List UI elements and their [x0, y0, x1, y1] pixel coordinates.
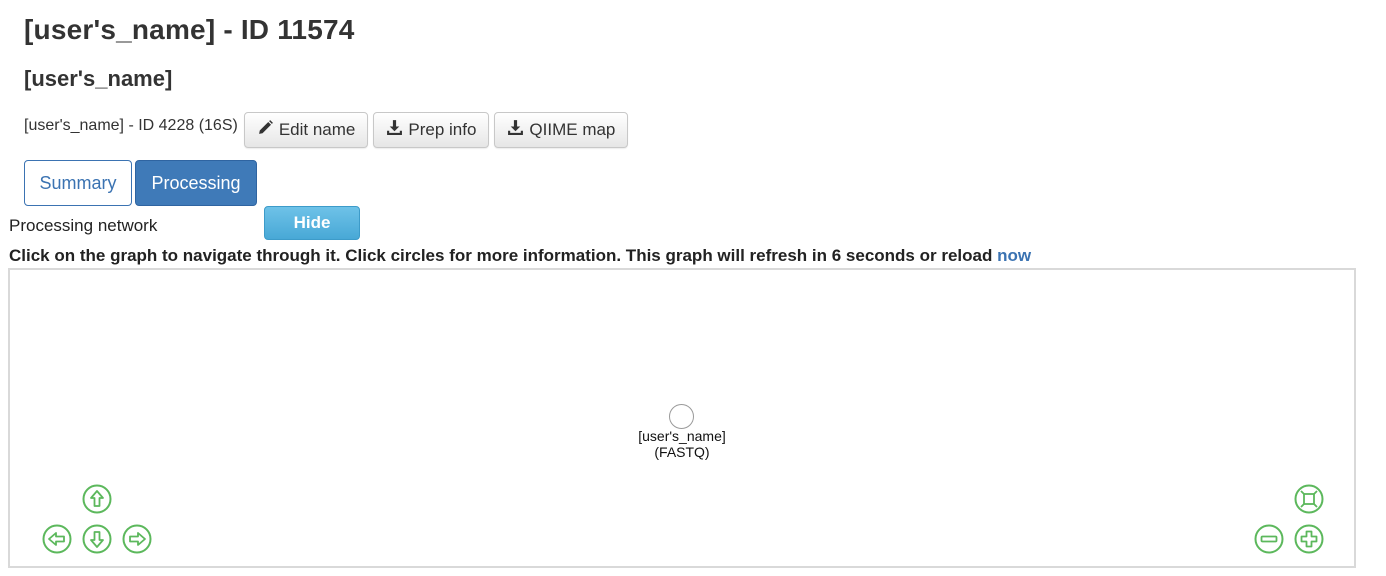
- edit-name-button[interactable]: Edit name: [243, 112, 369, 148]
- prep-tabs: Summary Processing: [24, 160, 257, 206]
- arrow-right-icon[interactable]: [122, 524, 152, 554]
- prep-template-label: [user's_name] - ID 4228 (16S): [24, 117, 238, 134]
- download-icon: [507, 119, 524, 141]
- instructions-text: Click on the graph to navigate through i…: [9, 246, 993, 265]
- prep-info-label: Prep info: [408, 120, 477, 139]
- page: [user's_name] - ID 11574 [user's_name] […: [0, 0, 1386, 576]
- graph-node-label: [user's_name] (FASTQ): [582, 428, 782, 460]
- arrow-down-icon[interactable]: [82, 524, 112, 554]
- edit-name-label: Edit name: [278, 120, 356, 139]
- processing-network-label: Processing network: [9, 216, 158, 235]
- tab-processing[interactable]: Processing: [135, 160, 257, 206]
- graph-node-circle[interactable]: [669, 404, 694, 429]
- download-icon: [386, 119, 403, 141]
- processing-network-graph[interactable]: [user's_name] (FASTQ): [8, 268, 1356, 568]
- graph-instructions: Click on the graph to navigate through i…: [9, 246, 1031, 266]
- prep-info-button[interactable]: Prep info: [373, 112, 490, 148]
- prep-toolbar: [user's_name] - ID 4228 (16S) Edit name …: [24, 112, 633, 148]
- page-subtitle: [user's_name]: [24, 66, 173, 91]
- reload-now-link[interactable]: now: [997, 246, 1031, 265]
- zoom-in-icon[interactable]: [1294, 524, 1324, 554]
- zoom-fit-icon[interactable]: [1294, 484, 1324, 514]
- arrow-up-icon[interactable]: [82, 484, 112, 514]
- page-title: [user's_name] - ID 11574: [24, 14, 355, 45]
- hide-button[interactable]: Hide: [264, 206, 360, 240]
- pencil-icon: [257, 119, 274, 141]
- qiime-map-button[interactable]: QIIME map: [494, 112, 629, 148]
- graph-node-type: (FASTQ): [654, 444, 710, 460]
- zoom-out-icon[interactable]: [1254, 524, 1284, 554]
- graph-node-name: [user's_name]: [638, 428, 726, 444]
- tab-summary[interactable]: Summary: [24, 160, 132, 206]
- arrow-left-icon[interactable]: [42, 524, 72, 554]
- qiime-map-label: QIIME map: [529, 120, 616, 139]
